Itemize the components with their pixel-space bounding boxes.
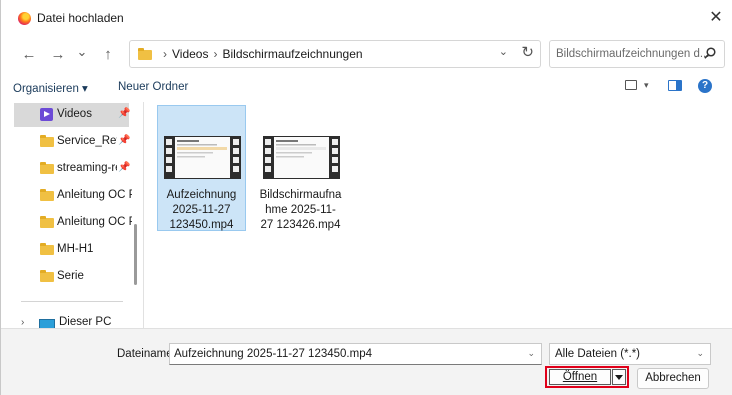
view-dropdown-icon[interactable]: ▾ bbox=[644, 80, 649, 91]
recent-locations-button[interactable]: ⌄ bbox=[71, 41, 93, 63]
folder-icon bbox=[40, 216, 54, 228]
breadcrumb: › Videos › Bildschirmaufzeichnungen bbox=[158, 47, 363, 61]
folder-icon bbox=[40, 270, 54, 282]
preview-pane-icon[interactable] bbox=[668, 80, 682, 91]
file-name: Bildschirmaufnahme 2025-11-27 123426.mp4 bbox=[259, 189, 342, 231]
pin-icon: 📌 bbox=[118, 135, 131, 146]
close-button[interactable]: ✕ bbox=[705, 7, 727, 29]
breadcrumb-separator: › bbox=[163, 47, 167, 61]
cancel-button[interactable]: Abbrechen bbox=[637, 368, 709, 389]
open-button[interactable]: Öffnen bbox=[549, 369, 611, 385]
back-button[interactable]: ← bbox=[18, 44, 40, 66]
folder-icon bbox=[40, 189, 54, 201]
forward-button[interactable]: → bbox=[47, 44, 69, 66]
file-type-select[interactable]: Alle Dateien (*.*) ⌄ bbox=[549, 343, 711, 365]
video-thumbnail-icon bbox=[164, 136, 241, 179]
navigation-pane: Videos 📌 Service_Revie 📌 streaming-re 📌 … bbox=[1, 102, 143, 329]
open-options-dropdown[interactable] bbox=[612, 369, 626, 385]
dialog-footer: Dateiname: Aufzeichnung 2025-11-27 12345… bbox=[1, 328, 732, 395]
organize-menu-button[interactable]: Organisieren ▾ bbox=[13, 81, 88, 95]
pin-icon: 📌 bbox=[118, 162, 131, 173]
window-title: Datei hochladen bbox=[37, 11, 124, 25]
sidebar-divider bbox=[21, 301, 123, 302]
file-item[interactable]: Bildschirmaufnahme 2025-11-27 123426.mp4 bbox=[256, 105, 345, 231]
sidebar-item-mh-h1[interactable]: MH-H1 bbox=[14, 238, 129, 262]
sidebar-item-anleitung-2[interactable]: Anleitung OC Pl bbox=[14, 211, 132, 235]
file-type-dropdown-icon[interactable]: ⌄ bbox=[696, 348, 704, 359]
filename-field[interactable]: Aufzeichnung 2025-11-27 123450.mp4 ⌄ bbox=[169, 343, 542, 365]
sidebar-item-anleitung-1[interactable]: Anleitung OC Pl bbox=[14, 184, 132, 208]
firefox-icon bbox=[18, 12, 31, 25]
sidebar-item-label: Service_Revie bbox=[57, 135, 117, 147]
sidebar-item-label: MH-H1 bbox=[57, 243, 94, 255]
sidebar-item-videos[interactable]: Videos 📌 bbox=[14, 103, 131, 127]
breadcrumb-separator: › bbox=[213, 47, 218, 61]
file-list: Aufzeichnung 2025-11-27 123450.mp4 Bilds… bbox=[144, 102, 732, 328]
refresh-button[interactable]: ↻ bbox=[521, 43, 534, 61]
title-bar: Datei hochladen ✕ bbox=[1, 0, 732, 36]
file-upload-dialog: Datei hochladen ✕ ← → ⌄ ↑ › Videos › Bildsc… bbox=[0, 0, 732, 395]
navigation-row: ← → ⌄ ↑ › Videos › Bildschirmaufzeichnungen… bbox=[1, 36, 732, 72]
folder-icon bbox=[40, 135, 54, 147]
address-bar[interactable]: › Videos › Bildschirmaufzeichnungen ⌄ ↻ bbox=[129, 40, 541, 68]
search-input[interactable]: Bildschirmaufzeichnungen d... bbox=[549, 40, 725, 68]
sidebar-item-label: Dieser PC bbox=[59, 316, 112, 328]
folder-icon bbox=[40, 162, 54, 174]
file-item[interactable]: Aufzeichnung 2025-11-27 123450.mp4 bbox=[157, 105, 246, 231]
open-button-highlight: Öffnen bbox=[545, 366, 629, 388]
breadcrumb-videos[interactable]: Videos bbox=[172, 47, 208, 61]
filename-dropdown-icon[interactable]: ⌄ bbox=[527, 348, 535, 359]
sidebar-item-label: streaming-re bbox=[57, 162, 117, 174]
sidebar-item-serie[interactable]: Serie bbox=[14, 265, 129, 289]
toolbar: Organisieren ▾ Neuer Ordner ▾ ? bbox=[1, 72, 732, 102]
file-name: Aufzeichnung 2025-11-27 123450.mp4 bbox=[166, 189, 237, 231]
sidebar-item-label: Anleitung OC Pl bbox=[57, 189, 132, 201]
help-icon[interactable]: ? bbox=[698, 79, 712, 93]
filename-value: Aufzeichnung 2025-11-27 123450.mp4 bbox=[174, 348, 372, 360]
sidebar-item-label: Anleitung OC Pl bbox=[57, 216, 132, 228]
folder-icon bbox=[138, 48, 152, 60]
sidebar-scrollbar[interactable] bbox=[134, 224, 137, 285]
videos-icon bbox=[40, 108, 53, 121]
video-thumbnail-icon bbox=[263, 136, 340, 179]
sidebar-item-label: Serie bbox=[57, 270, 84, 282]
up-button[interactable]: ↑ bbox=[97, 44, 119, 66]
open-button-label: Öffnen bbox=[562, 371, 598, 383]
chevron-right-icon[interactable]: › bbox=[21, 317, 24, 328]
pin-icon: 📌 bbox=[118, 108, 131, 119]
view-mode-icon[interactable] bbox=[625, 80, 637, 90]
search-placeholder: Bildschirmaufzeichnungen d... bbox=[556, 48, 710, 60]
sidebar-item-label: Videos bbox=[57, 108, 92, 120]
address-dropdown-icon[interactable]: ⌄ bbox=[499, 45, 508, 58]
search-icon[interactable] bbox=[703, 46, 717, 60]
new-folder-button[interactable]: Neuer Ordner bbox=[118, 81, 188, 93]
sidebar-item-service-review[interactable]: Service_Revie 📌 bbox=[14, 130, 131, 154]
breadcrumb-bildschirmaufzeichnungen[interactable]: Bildschirmaufzeichnungen bbox=[222, 47, 362, 61]
folder-icon bbox=[40, 243, 54, 255]
file-type-value: Alle Dateien (*.*) bbox=[555, 348, 641, 360]
sidebar-item-streaming[interactable]: streaming-re 📌 bbox=[14, 157, 131, 181]
filename-label: Dateiname: bbox=[117, 348, 176, 360]
